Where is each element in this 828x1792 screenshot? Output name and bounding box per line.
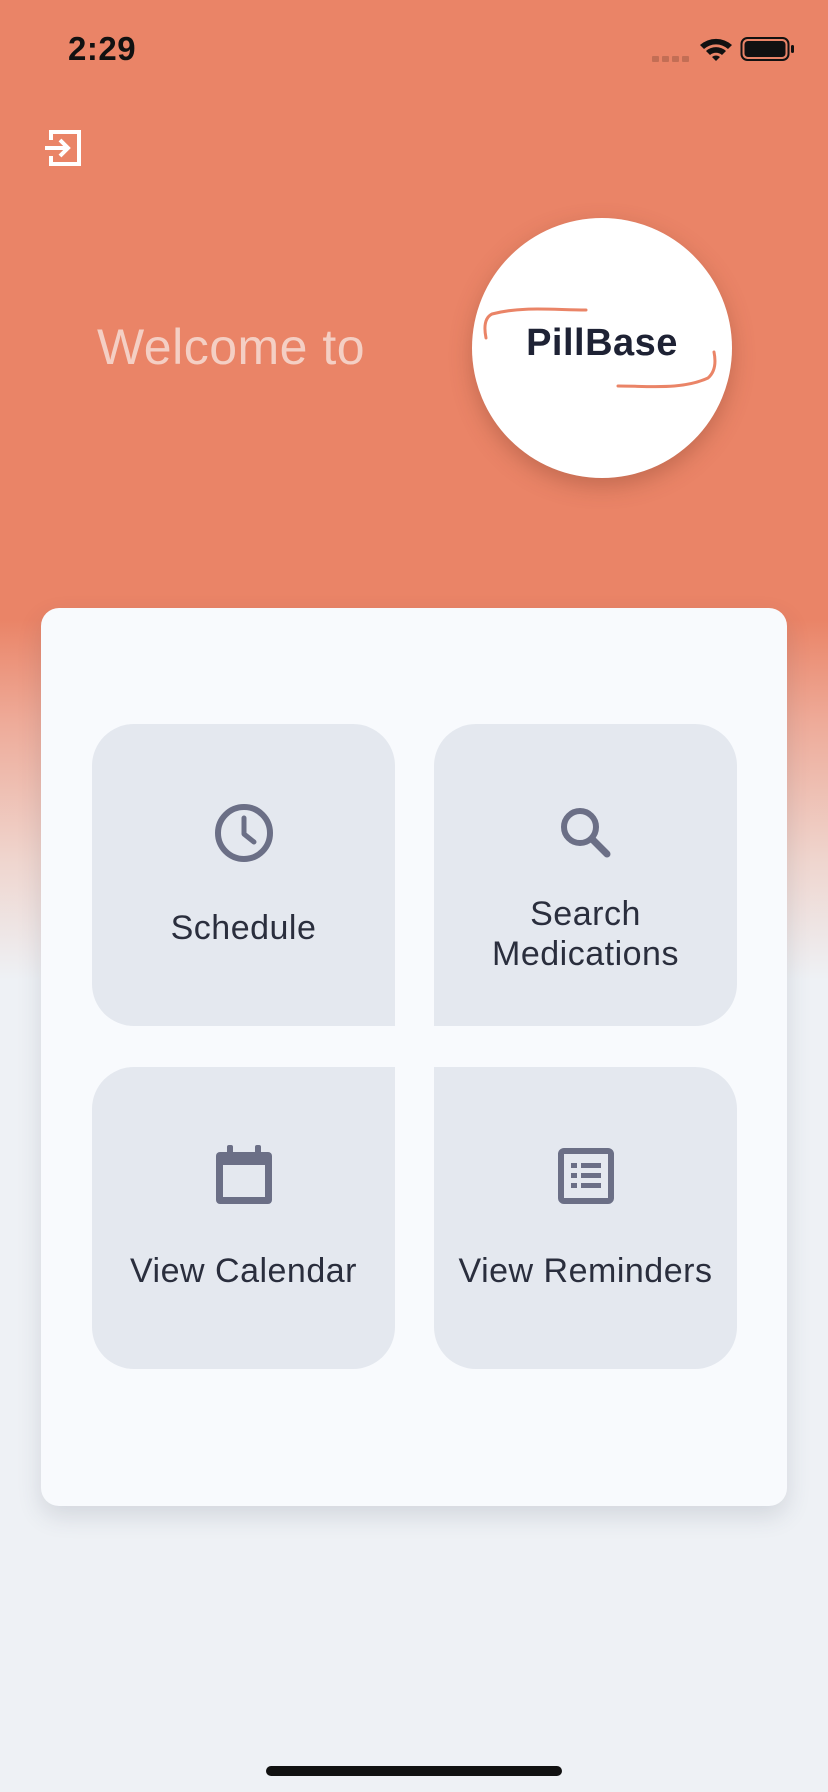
schedule-button[interactable]: Schedule [92,724,395,1026]
wifi-icon [700,38,732,61]
logout-button[interactable] [42,126,86,170]
tile-label: Search Medications [492,895,679,973]
clock-icon [215,804,273,862]
home-indicator[interactable] [266,1766,562,1776]
search-icon [561,808,611,858]
tile-label: View Calendar [129,1252,357,1290]
view-reminders-button[interactable]: View Reminders [434,1067,737,1369]
status-time: 2:29 [68,30,137,67]
search-medications-button[interactable]: Search Medications [434,724,737,1026]
welcome-text: Welcome to [97,319,366,375]
list-icon [558,1148,614,1204]
calendar-icon [216,1145,272,1204]
menu-card: Schedule Search Medications View Calenda… [41,608,787,1506]
cellular-signal-icon [652,54,692,62]
tile-label: Schedule [170,909,317,947]
view-calendar-button[interactable]: View Calendar [92,1067,395,1369]
battery-icon [740,37,794,61]
tile-label: View Reminders [458,1252,713,1290]
status-bar: 2:29 [0,0,828,100]
logout-icon [45,130,81,166]
pillbase-logo: PillBase [472,218,732,478]
logo-text: PillBase [526,322,678,364]
